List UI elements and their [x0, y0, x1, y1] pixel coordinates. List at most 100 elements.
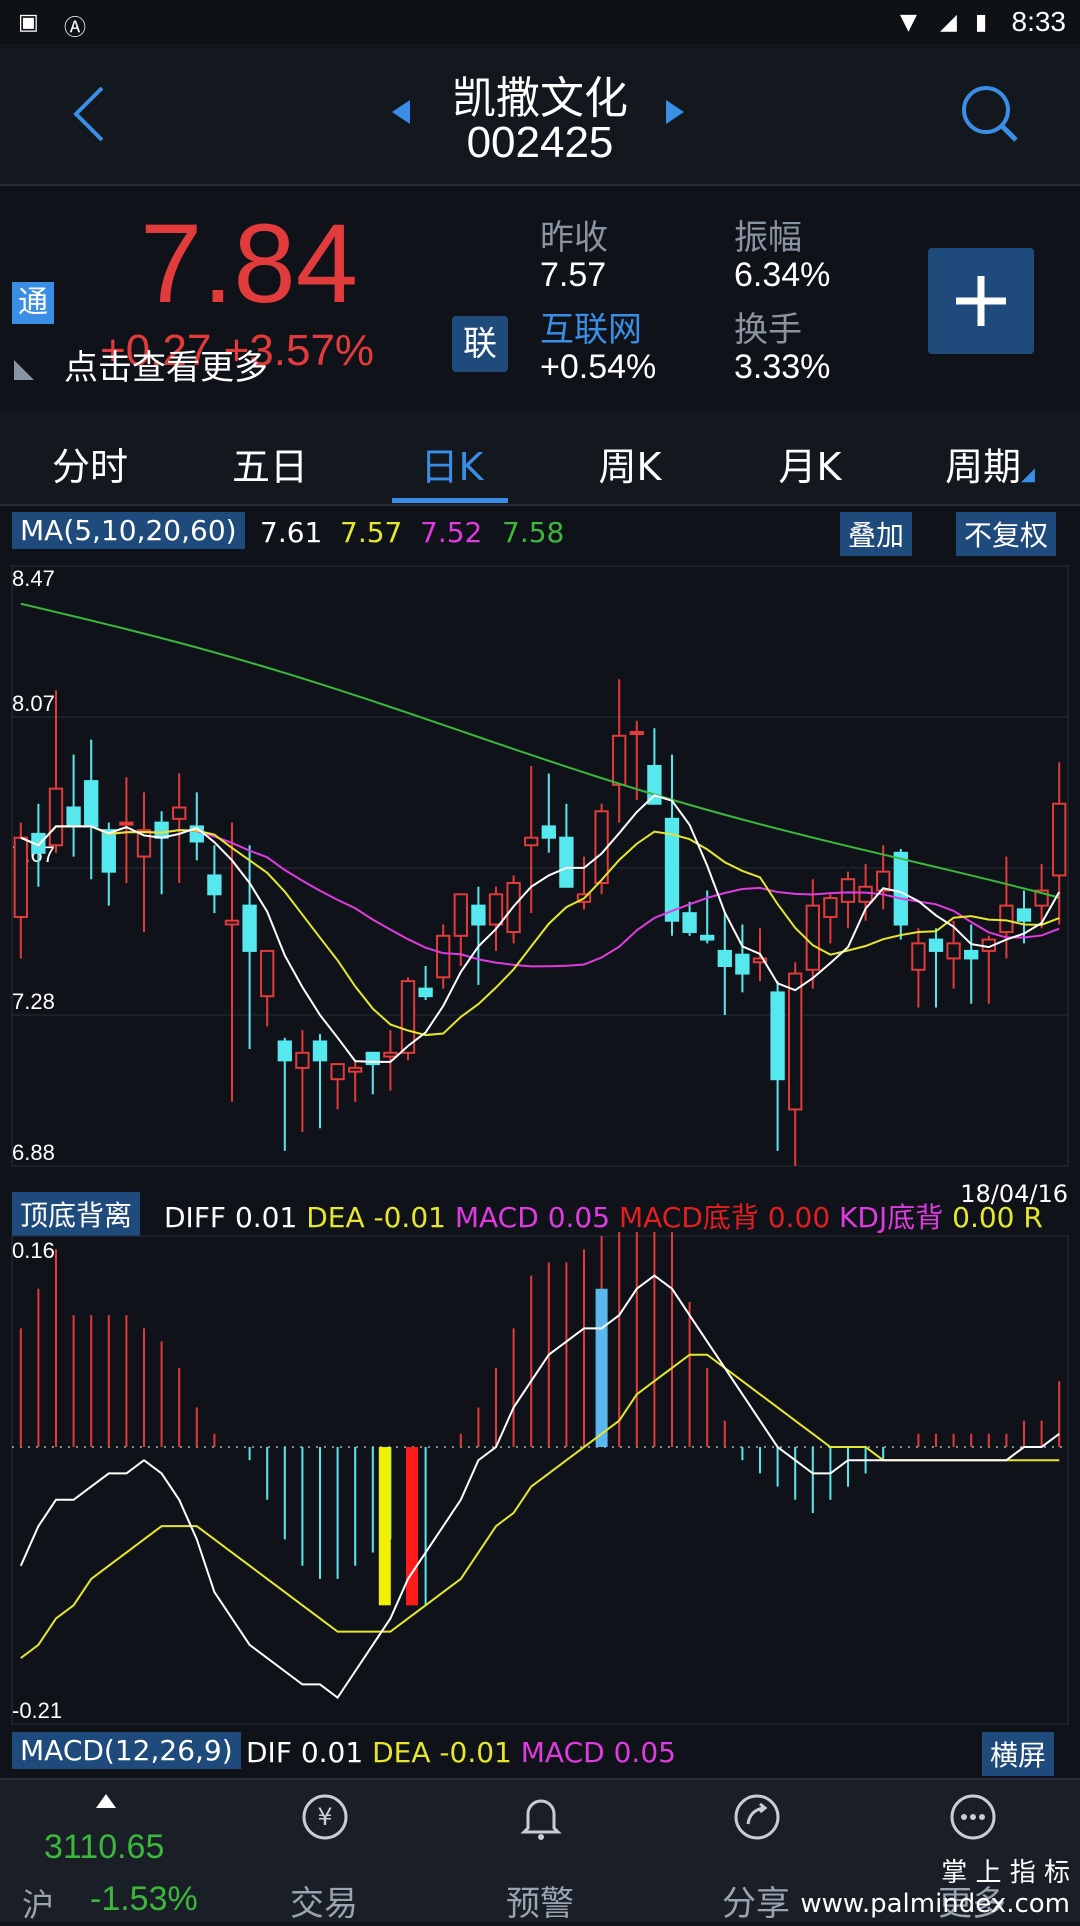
candle-body — [383, 1051, 398, 1058]
candle-body — [700, 934, 715, 941]
more-icon — [950, 1794, 996, 1840]
kline-chart[interactable]: 8.478.077.677.286.88 — [0, 556, 1080, 1188]
candle-body — [735, 953, 750, 975]
index-ticker[interactable]: 3110.65 沪 -1.53% — [8, 1780, 208, 1924]
view-more-link[interactable]: 点击查看更多 — [64, 340, 268, 389]
candle-body — [260, 949, 275, 998]
overlay-button[interactable]: 叠加 — [840, 512, 913, 556]
expand-up-icon — [96, 1794, 116, 1808]
divergence-signal-blue — [595, 1288, 608, 1448]
bell-icon — [520, 1799, 562, 1840]
tab-daily-k[interactable]: 日K — [392, 436, 512, 491]
lian-badge[interactable]: 联 — [452, 316, 508, 372]
macd-label-2: MACD — [520, 1736, 605, 1769]
macd-chart-panel[interactable]: 0.16 -0.21 — [0, 1156, 1080, 1728]
candle-body — [946, 942, 961, 960]
sector-link[interactable]: 互联网 — [540, 302, 642, 351]
candle-body — [295, 1051, 310, 1069]
candle-body — [119, 821, 134, 826]
diff-value: 0.01 — [234, 1201, 298, 1234]
candle-body — [893, 851, 908, 926]
candle-body — [612, 734, 627, 786]
last-date: 18/04/16 — [960, 1180, 1068, 1208]
macd-y-tick: -0.21 — [12, 1698, 62, 1723]
candle-body — [471, 904, 486, 926]
landscape-button[interactable]: 横屏 — [982, 1732, 1055, 1776]
ma-setting-button[interactable]: MA(5,10,20,60) — [12, 512, 245, 549]
prev-close-label: 昨收 — [540, 218, 608, 258]
candle-body — [66, 806, 81, 828]
plus-icon — [956, 276, 1006, 326]
candle-body — [1016, 908, 1032, 922]
candle-body — [964, 949, 979, 960]
sector-change: +0.54% — [540, 348, 657, 386]
candle-body — [488, 893, 504, 926]
tab-monthly-k[interactable]: 月K — [750, 436, 870, 491]
indicator-values: DIF 0.01 DEA -0.01 MACD 0.05 — [246, 1736, 676, 1769]
active-tab-indicator — [392, 498, 508, 503]
add-watchlist-button[interactable] — [928, 248, 1034, 354]
search-icon[interactable] — [958, 82, 1022, 146]
candle-body — [717, 949, 732, 968]
kline-frame — [11, 565, 1069, 1167]
candle-body — [277, 1040, 292, 1062]
amplitude-value: 6.34% — [734, 256, 831, 294]
kline-y-tick: 8.47 — [12, 566, 55, 591]
tab-weekly-k[interactable]: 周K — [570, 436, 690, 491]
svg-text:¥: ¥ — [317, 1803, 332, 1831]
candle-body — [436, 934, 451, 979]
adjust-button[interactable]: 不复权 — [956, 512, 1057, 556]
nav-trade-label: 交易 — [290, 1884, 358, 1924]
tong-badge[interactable]: 通 — [12, 282, 54, 324]
prev-close-value: 7.57 — [540, 256, 607, 294]
tab-five-day[interactable]: 五日 — [210, 436, 330, 491]
candle-body — [541, 825, 556, 839]
candle-body — [348, 1066, 363, 1073]
nav-alert[interactable]: 预警 — [440, 1780, 640, 1924]
period-tabs: 分时 五日 日K 周K 月K 周期◢ — [0, 412, 1080, 506]
stock-name: 凯撒文化 — [452, 73, 628, 124]
candle-body — [13, 836, 28, 918]
status-bar: ▣ Ⓐ ▼ ◢ ▮ 8:33 — [0, 0, 1080, 44]
dif-label: DIF — [246, 1736, 292, 1769]
current-price: 7.84 — [140, 201, 358, 326]
turnover-value: 3.33% — [734, 348, 831, 386]
ma60-value: 7.58 — [502, 516, 565, 549]
kline-y-tick: 7.28 — [12, 989, 55, 1014]
candle-body — [84, 780, 99, 828]
kdj-bottom-div-label: KDJ底背 — [839, 1201, 944, 1234]
candle-body — [154, 821, 169, 839]
indicator-bar: MACD(12,26,9) DIF 0.01 DEA -0.01 MACD 0.… — [0, 1728, 1080, 1776]
tab-intraday[interactable]: 分时 — [30, 436, 150, 491]
candle-body — [805, 904, 820, 971]
macd-value: 0.05 — [547, 1201, 611, 1234]
macd-label: MACD — [454, 1201, 539, 1234]
ma-legend: MA(5,10,20,60) 7.61 7.57 7.52 7.58 叠加 不复… — [0, 506, 1080, 556]
nav-trade[interactable]: ¥ 交易 — [224, 1780, 424, 1924]
macd-bottom-div-value: 0.00 — [767, 1201, 831, 1234]
kline-chart-panel[interactable]: 8.47 8.07 7.67 7.28 6.88 — [0, 556, 1080, 1188]
candle-body — [101, 829, 116, 873]
header: 凯撒文化 002425 — [0, 44, 1080, 186]
app-notification-icon: Ⓐ — [64, 16, 87, 41]
candle-body — [312, 1040, 328, 1062]
candle-body — [682, 912, 697, 934]
candle-body — [559, 836, 574, 888]
macd-chart[interactable]: 0.16 -0.21 — [0, 1156, 1080, 1728]
ma20-value: 7.52 — [420, 516, 483, 549]
dropdown-icon: ◢ — [1021, 464, 1035, 485]
macd-legend: 顶底背离 DIFF 0.01 DEA -0.01 MACD 0.05 MACD底… — [0, 1180, 1080, 1236]
candle-body — [629, 731, 644, 736]
tab-period[interactable]: 周期◢ — [930, 436, 1050, 491]
indicator-setting-button[interactable]: MACD(12,26,9) — [12, 1732, 241, 1769]
wifi-icon: ▼ — [900, 10, 917, 35]
divergence-badge[interactable]: 顶底背离 — [12, 1192, 141, 1236]
candle-body — [48, 787, 64, 847]
share-icon — [734, 1794, 780, 1840]
candle-body — [647, 765, 662, 805]
turnover-label: 换手 — [734, 310, 802, 350]
next-stock-icon[interactable] — [664, 98, 686, 126]
candle-body — [858, 885, 873, 903]
watermark: 掌 上 指 标 www.palmindex.com — [800, 1858, 1070, 1919]
nav-alert-label: 预警 — [506, 1884, 574, 1924]
